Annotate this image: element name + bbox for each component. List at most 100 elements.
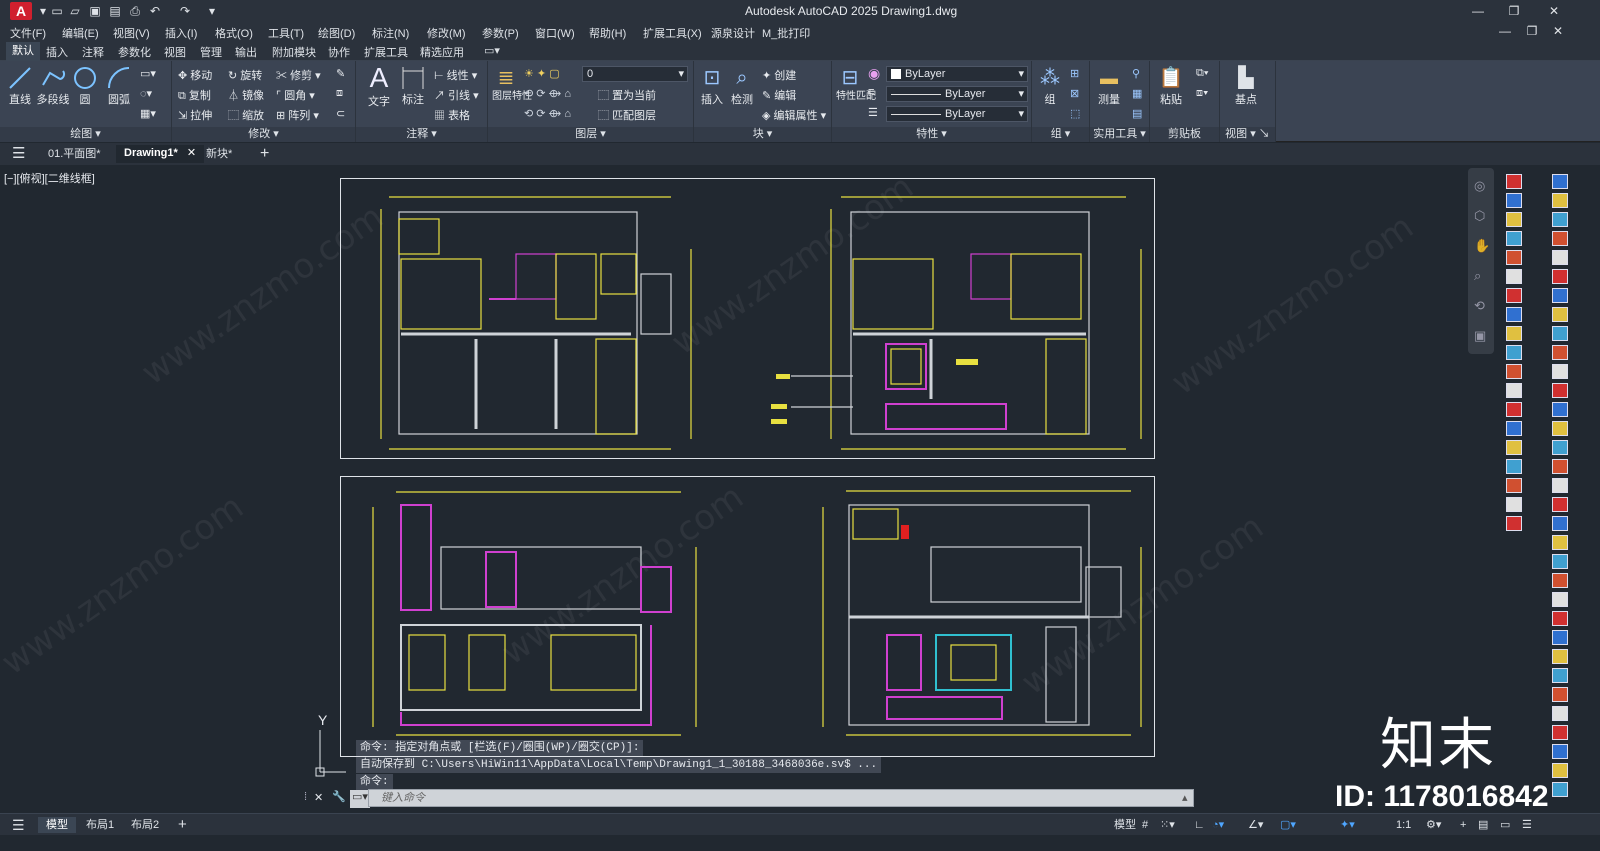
- open-file-icon[interactable]: ▱: [68, 4, 82, 18]
- drag-handle-icon[interactable]: ⁞: [304, 791, 307, 803]
- file-tab-new-block[interactable]: 新块*: [206, 146, 232, 164]
- redo-icon[interactable]: ↷: [178, 4, 192, 18]
- linear-tool[interactable]: ⊢ 线性 ▾: [434, 67, 477, 83]
- tab-insert[interactable]: 插入: [46, 44, 68, 60]
- grid-icon[interactable]: #: [1142, 817, 1148, 833]
- tab-manage[interactable]: 管理: [200, 44, 222, 60]
- group-tool[interactable]: ⁂ 组: [1036, 65, 1064, 107]
- menu-extensions[interactable]: 扩展工具(X): [643, 25, 702, 41]
- osnap-track-icon[interactable]: ∠▾: [1248, 817, 1263, 833]
- palette-tool-icon[interactable]: [1552, 288, 1568, 303]
- palette-tool-icon[interactable]: [1552, 744, 1568, 759]
- model-space-button[interactable]: 模型: [1114, 817, 1136, 833]
- hardware-accel-icon[interactable]: ▤: [1478, 817, 1488, 833]
- palette-tool-icon[interactable]: [1552, 269, 1568, 284]
- osnap-icon[interactable]: ▢▾: [1280, 817, 1296, 833]
- layer-properties-tool[interactable]: ≣ 图层特性: [492, 65, 532, 103]
- palette-tool-icon[interactable]: [1552, 554, 1568, 569]
- palette-tool-icon[interactable]: [1552, 478, 1568, 493]
- palette-tool-icon[interactable]: [1552, 630, 1568, 645]
- palette-tool-icon[interactable]: [1506, 250, 1522, 265]
- menu-window[interactable]: 窗口(W): [535, 25, 575, 41]
- doc-close-icon[interactable]: ✕: [1548, 23, 1568, 39]
- palette-tool-icon[interactable]: [1552, 193, 1568, 208]
- palette-tool-icon[interactable]: [1506, 231, 1522, 246]
- tab-model[interactable]: 模型: [38, 817, 76, 833]
- menu-yuanquan[interactable]: 源泉设计: [711, 25, 755, 41]
- palette-tool-icon[interactable]: [1552, 649, 1568, 664]
- drawing-viewport[interactable]: [−][俯视][二维线框] www.znzmo.com www.znzmo.co…: [0, 165, 1530, 807]
- id-point-icon[interactable]: ▤: [1132, 107, 1142, 120]
- close-icon[interactable]: ✕: [1544, 3, 1564, 19]
- menu-draw[interactable]: 绘图(D): [318, 25, 355, 41]
- recent-commands-icon[interactable]: ▴: [1182, 791, 1188, 804]
- palette-tool-icon[interactable]: [1552, 440, 1568, 455]
- palette-tool-icon[interactable]: [1552, 535, 1568, 550]
- palette-tool-icon[interactable]: [1552, 212, 1568, 227]
- palette-tool-icon[interactable]: [1552, 231, 1568, 246]
- brush-icon[interactable]: ✎: [336, 67, 345, 80]
- close-command-icon[interactable]: ✕: [314, 791, 323, 804]
- palette-tool-icon[interactable]: [1552, 763, 1568, 778]
- showmotion-icon[interactable]: ▣: [1474, 328, 1486, 344]
- linetype-dropdown[interactable]: ByLayer ▾: [886, 86, 1028, 102]
- circle-tool[interactable]: 圆: [72, 65, 98, 107]
- line-tool[interactable]: 直线: [6, 65, 34, 107]
- palette-tool-icon[interactable]: [1552, 459, 1568, 474]
- polyline-tool[interactable]: 多段线: [36, 65, 70, 107]
- palette-tool-icon[interactable]: [1552, 307, 1568, 322]
- text-tool[interactable]: A 文字: [364, 63, 394, 109]
- ortho-icon[interactable]: ∟: [1194, 817, 1205, 833]
- tab-close-icon[interactable]: ✕: [187, 147, 196, 159]
- zoom-icon[interactable]: ⌕: [1474, 268, 1481, 284]
- tab-parametric[interactable]: 参数化: [118, 44, 151, 60]
- tab-default[interactable]: 默认: [6, 42, 40, 61]
- palette-tool-icon[interactable]: [1552, 174, 1568, 189]
- rotate-tool[interactable]: ↻ 旋转: [228, 67, 262, 83]
- layers-panel-title[interactable]: 图层 ▾: [488, 127, 693, 142]
- menu-edit[interactable]: 编辑(E): [62, 25, 99, 41]
- draw-panel-title[interactable]: 绘图 ▾: [0, 127, 171, 142]
- color-dropdown[interactable]: ByLayer ▾: [886, 66, 1028, 82]
- menu-format[interactable]: 格式(O): [215, 25, 253, 41]
- palette-tool-icon[interactable]: [1506, 402, 1522, 417]
- palette-tool-icon[interactable]: [1552, 383, 1568, 398]
- palette-tool-icon[interactable]: [1506, 269, 1522, 284]
- properties-panel-title[interactable]: 特性 ▾: [832, 127, 1031, 142]
- palette-tool-icon[interactable]: [1506, 516, 1522, 531]
- palette-tool-icon[interactable]: [1552, 497, 1568, 512]
- menu-insert[interactable]: 插入(I): [165, 25, 197, 41]
- paste-tool[interactable]: 📋 粘贴: [1156, 65, 1186, 107]
- copy-tool[interactable]: ⧉ 复制: [178, 87, 211, 103]
- annotation-visibility-icon[interactable]: ✦▾: [1340, 817, 1355, 833]
- palette-tool-icon[interactable]: [1506, 440, 1522, 455]
- tab-view[interactable]: 视图: [164, 44, 186, 60]
- groups-panel-title[interactable]: 组 ▾: [1032, 127, 1089, 142]
- polar-icon[interactable]: ◔▾: [1212, 817, 1224, 833]
- make-current-tool[interactable]: ⬚ 置为当前: [598, 87, 656, 103]
- palette-tool-icon[interactable]: [1506, 345, 1522, 360]
- undo-icon[interactable]: ↶: [148, 4, 162, 18]
- move-tool[interactable]: ✥ 移动: [178, 67, 212, 83]
- match-properties-tool[interactable]: ⊟ 特性匹配: [836, 65, 876, 103]
- dropdown-icon[interactable]: ▾: [36, 4, 50, 18]
- fillet-tool[interactable]: ⌜ 圆角 ▾: [276, 87, 315, 103]
- file-tab-floorplan[interactable]: 01.平面图*: [48, 146, 101, 164]
- insert-block-tool[interactable]: ⊡ 插入: [698, 65, 726, 107]
- palette-tool-icon[interactable]: [1552, 592, 1568, 607]
- dimension-tool[interactable]: 标注: [398, 65, 428, 107]
- palette-tool-icon[interactable]: [1552, 706, 1568, 721]
- viewport-controls[interactable]: [−][俯视][二维线框]: [4, 170, 95, 186]
- offset-icon[interactable]: ⊂: [336, 107, 345, 120]
- layer-dropdown[interactable]: 0 ▾: [582, 66, 688, 82]
- customize-icon[interactable]: ▾: [205, 4, 219, 18]
- palette-tool-icon[interactable]: [1506, 212, 1522, 227]
- minimize-icon[interactable]: —: [1468, 3, 1488, 19]
- group-edit-icon[interactable]: ⊠: [1070, 87, 1079, 100]
- print-icon[interactable]: ⎙: [128, 4, 142, 18]
- view-cube-icon[interactable]: ⬡: [1474, 208, 1485, 224]
- grid-icon[interactable]: ▦▾: [140, 107, 156, 120]
- hatch-icon[interactable]: ◌▾: [140, 87, 152, 100]
- tab-featured-apps[interactable]: 精选应用: [420, 44, 464, 60]
- tab-collaborate[interactable]: 协作: [328, 44, 350, 60]
